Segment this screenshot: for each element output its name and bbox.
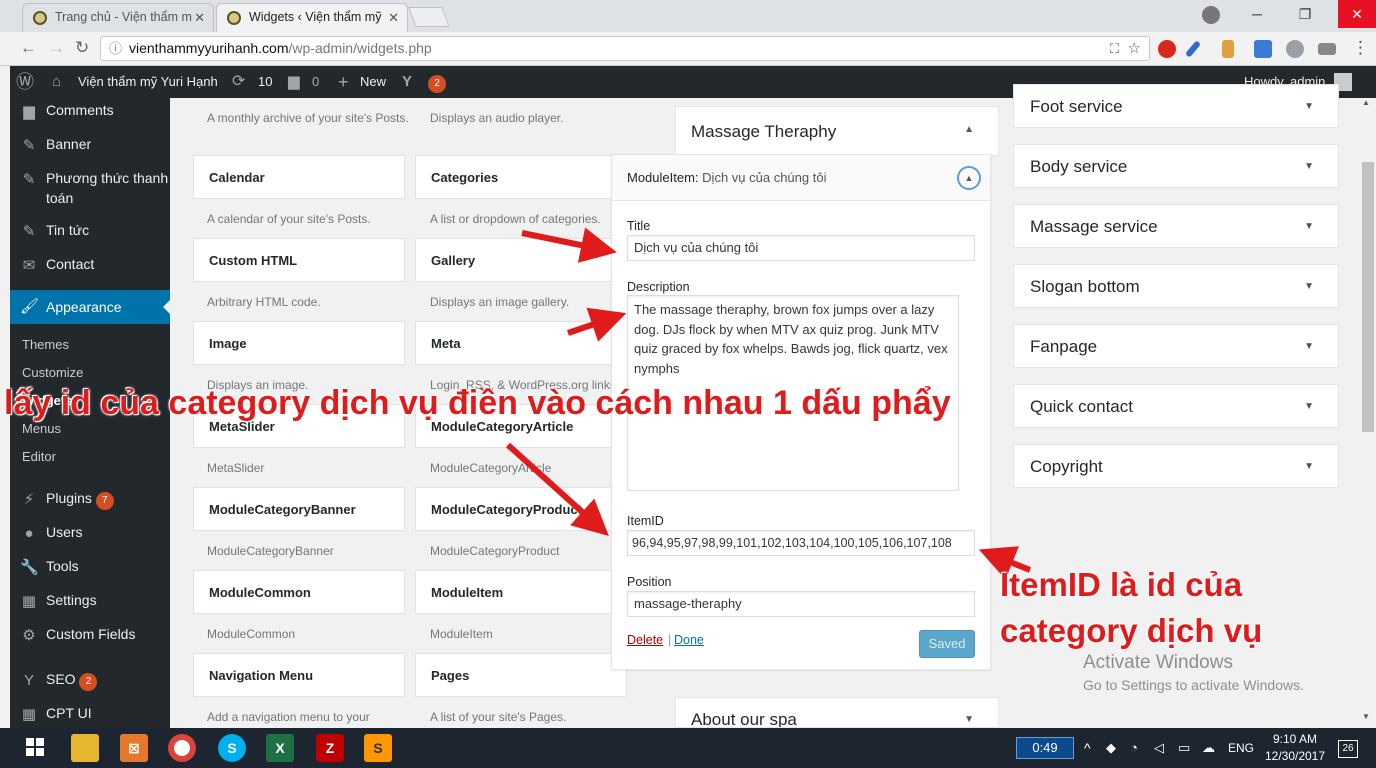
annotation-main: lấy id của category dịch vụ điền vào các… [4,384,951,422]
arrow-to-title [521,227,617,263]
language-indicator[interactable]: ENG [1228,728,1254,768]
annotation-itemid-line2: category dịch vụ [1000,612,1263,649]
xampp-icon[interactable]: ⊠ [120,734,148,762]
chrome-icon[interactable] [168,734,196,762]
cloud-icon[interactable]: ☁ [1202,728,1215,768]
clock-date[interactable]: 12/30/2017 [1262,749,1328,763]
sublime-icon[interactable]: S [364,734,392,762]
action-center-icon[interactable]: 26 [1338,740,1358,758]
show-hidden-icons[interactable]: ^ [1084,728,1091,768]
timer-widget[interactable]: 0:49 [1016,737,1074,759]
file-explorer-icon[interactable] [71,734,99,762]
battery-icon[interactable]: ▭ [1178,728,1190,768]
arrow-to-itemid [505,442,609,537]
dropbox-icon[interactable]: ◆ [1106,728,1116,768]
excel-icon[interactable]: X [266,734,294,762]
windows-start-icon[interactable] [26,738,44,756]
clock-time[interactable]: 9:10 AM [1262,732,1328,746]
windows-taskbar: ⊠ S X Z S 0:49 ^ ◆ ◔ ◁ ▭ ☁ ENG 9:10 AM 1… [0,728,1376,768]
skype-icon[interactable]: S [218,734,246,762]
annotation-itemid-line1: ItemID là id của [1000,566,1243,603]
volume-icon[interactable]: ◁ [1154,728,1164,768]
network-icon[interactable]: ◔ [1130,728,1138,768]
filezilla-icon[interactable]: Z [316,734,344,762]
arrow-to-description [567,307,627,342]
